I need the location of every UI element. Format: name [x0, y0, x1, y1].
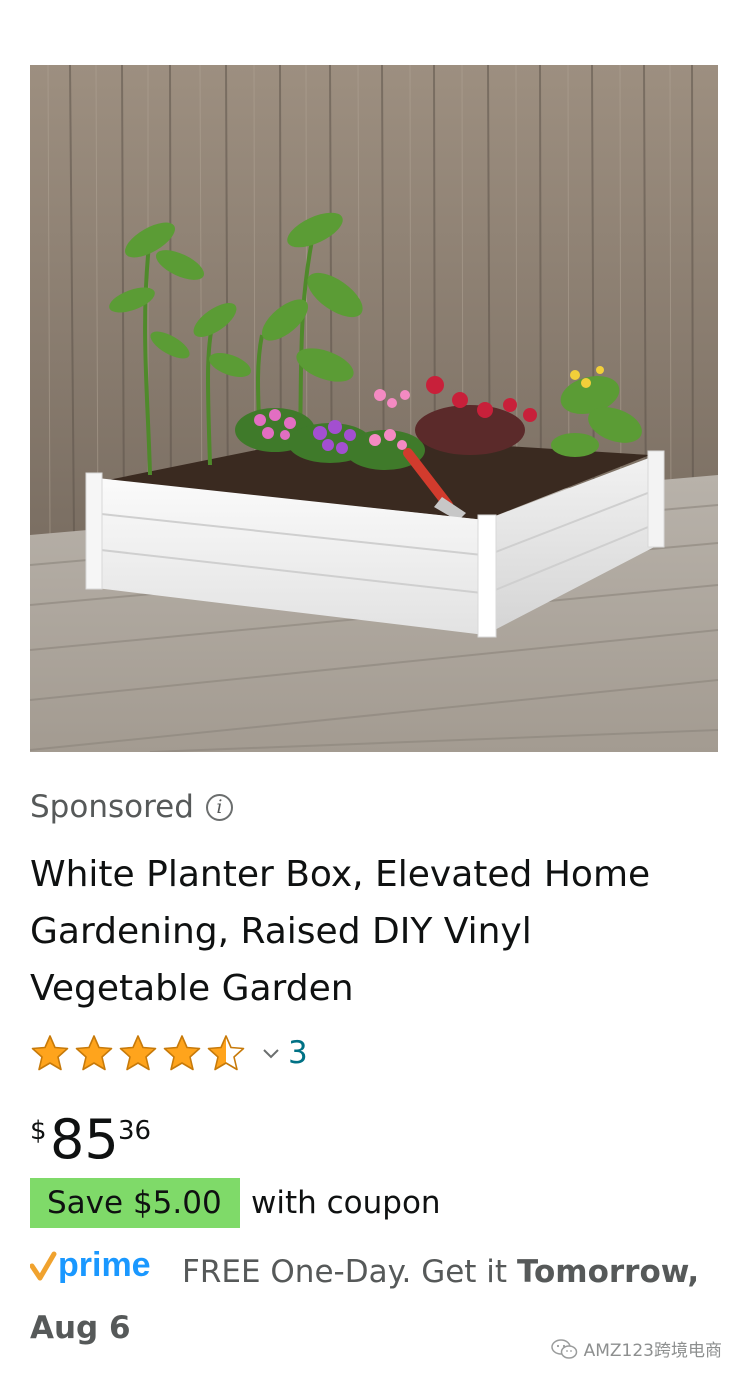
- star-icon: [75, 1035, 113, 1071]
- star-icon: [31, 1035, 69, 1071]
- star-icon: [207, 1035, 245, 1071]
- price-whole: 85: [50, 1108, 119, 1171]
- coupon-badge[interactable]: Save $5.00: [30, 1178, 240, 1228]
- wechat-icon: [550, 1338, 577, 1359]
- price-fraction: 36: [118, 1116, 152, 1146]
- star-icon: [163, 1035, 201, 1071]
- coupon-text: with coupon: [251, 1185, 441, 1221]
- prime-wordmark: prime: [58, 1248, 151, 1284]
- product-card[interactable]: Sponsored i White Planter Box, Elevated …: [0, 0, 744, 1381]
- sponsored-text: Sponsored: [30, 789, 194, 825]
- delivery-free-text: FREE One-Day. Get it: [182, 1254, 517, 1290]
- info-icon[interactable]: i: [205, 793, 233, 821]
- star-rating[interactable]: [30, 1033, 250, 1073]
- rating-row[interactable]: 3: [30, 1033, 308, 1073]
- product-image[interactable]: [30, 65, 718, 752]
- watermark: AMZ123跨境电商: [550, 1336, 722, 1361]
- chevron-down-icon[interactable]: [260, 1042, 282, 1064]
- star-icon: [119, 1035, 157, 1071]
- product-title[interactable]: White Planter Box, Elevated Home Gardeni…: [30, 846, 720, 1017]
- watermark-text: AMZ123跨境电商: [583, 1341, 722, 1361]
- review-count-link[interactable]: 3: [288, 1033, 308, 1073]
- sponsored-label[interactable]: Sponsored i: [30, 786, 233, 828]
- price-symbol: $: [30, 1116, 47, 1146]
- coupon-row[interactable]: Save $5.00 with coupon: [30, 1178, 441, 1228]
- prime-logo: prime: [30, 1248, 151, 1284]
